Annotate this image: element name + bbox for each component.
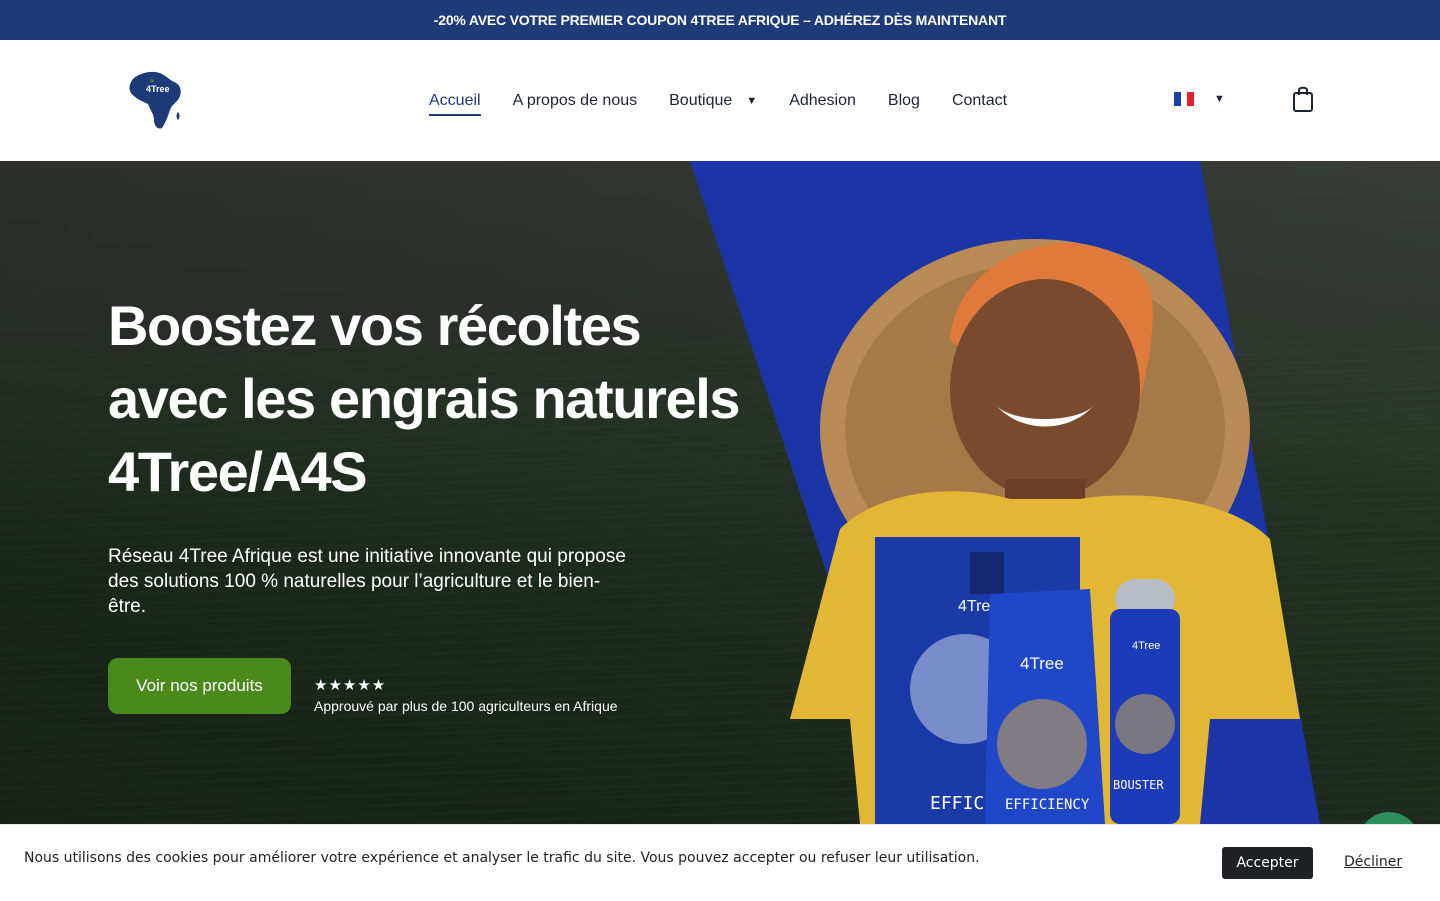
hero-section: 4Tree EFFICIE 4Tree EFFICIENCY 4Tree BOU… — [0, 161, 1440, 824]
pouch-text: EFFICIENCY — [1005, 797, 1090, 813]
decline-cookies-link[interactable]: Décliner — [1344, 854, 1402, 870]
logo-text: 4Tree — [146, 84, 170, 94]
rating-text: Approuvé par plus de 100 agriculteurs en… — [314, 698, 618, 714]
nav-accueil[interactable]: Accueil — [429, 92, 481, 116]
nav-a-propos[interactable]: A propos de nous — [513, 92, 638, 110]
rating-stars-icon: ★★★★★ — [314, 677, 387, 694]
cookie-banner: Nous utilisons des cookies pour améliore… — [0, 824, 1440, 901]
hero-title: Boostez vos récoltes avec les engrais na… — [108, 294, 741, 503]
nav-adhesion[interactable]: Adhesion — [789, 92, 856, 110]
cookie-text: Nous utilisons des cookies pour améliore… — [24, 850, 980, 866]
site-header: 4Tree Accueil A propos de nous Boutique … — [0, 40, 1440, 161]
chevron-down-icon: ▼ — [746, 94, 758, 107]
promo-text: -20% AVEC VOTRE PREMIER COUPON 4TREE AFR… — [433, 12, 1007, 28]
rating-block: ★★★★★ Approuvé par plus de 100 agriculte… — [314, 676, 618, 714]
chevron-down-icon: ▼ — [1214, 93, 1225, 105]
accept-cookies-button[interactable]: Accepter — [1222, 847, 1313, 879]
pouch-brand: 4Tree — [1020, 654, 1064, 673]
hero-description: Réseau 4Tree Afrique est une initiative … — [108, 546, 626, 617]
promo-banner[interactable]: -20% AVEC VOTRE PREMIER COUPON 4TREE AFR… — [0, 0, 1440, 40]
main-nav: Accueil A propos de nous Boutique ▼ Adhe… — [429, 40, 1039, 161]
nav-boutique[interactable]: Boutique ▼ — [669, 92, 757, 110]
bottle-text: BOUSTER — [1113, 778, 1164, 792]
farmer-with-products-image: 4Tree EFFICIE 4Tree EFFICIENCY 4Tree BOU… — [790, 239, 1300, 824]
shopping-bag-icon[interactable] — [1292, 85, 1314, 113]
view-products-button[interactable]: Voir nos produits — [108, 658, 291, 714]
nav-contact[interactable]: Contact — [952, 92, 1007, 110]
bottle-brand: 4Tree — [1132, 640, 1160, 652]
french-flag-icon — [1174, 92, 1195, 106]
language-selector[interactable]: ▼ — [1174, 92, 1225, 106]
africa-logo-icon[interactable]: 4Tree — [120, 68, 190, 132]
nav-blog[interactable]: Blog — [888, 92, 920, 110]
